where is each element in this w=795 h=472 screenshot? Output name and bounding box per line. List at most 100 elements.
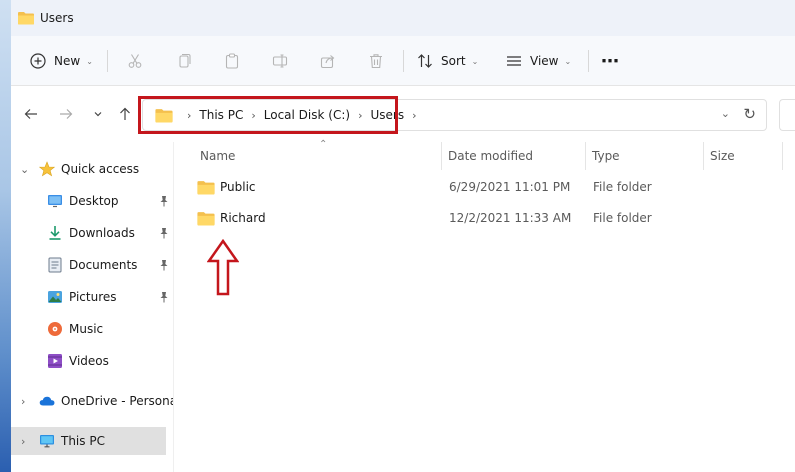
sidebar-item-downloads[interactable]: Downloads — [11, 219, 173, 247]
copy-button[interactable] — [176, 36, 192, 86]
chevron-down-icon: ⌄ — [86, 56, 93, 66]
cut-button[interactable] — [127, 36, 143, 86]
arrow-up-icon — [120, 107, 130, 120]
share-button[interactable] — [320, 36, 336, 86]
view-button[interactable]: View ⌄ — [506, 36, 571, 86]
column-header-label: Date modified — [448, 149, 534, 163]
folder-icon — [18, 12, 34, 25]
pin-icon — [160, 260, 168, 271]
sidebar-item-label: This PC — [61, 434, 105, 448]
breadcrumb: › This PC › Local Disk (C:) › Users › — [143, 100, 424, 130]
column-header-label: Size — [710, 149, 735, 163]
toolbar-divider — [403, 50, 404, 72]
paste-button[interactable] — [224, 36, 240, 86]
refresh-icon[interactable]: ↻ — [743, 105, 756, 123]
rename-button[interactable] — [272, 36, 288, 86]
chevron-down-icon: ⌄ — [564, 56, 572, 66]
plus-circle-icon — [30, 53, 46, 69]
chevron-down-icon: ⌄ — [471, 56, 479, 66]
desktop-icon — [47, 193, 63, 209]
sidebar-item-onedrive[interactable]: › OneDrive - Personal — [11, 387, 180, 415]
sidebar-item-desktop[interactable]: Desktop — [11, 187, 173, 215]
column-divider[interactable] — [782, 142, 783, 170]
scissors-icon — [128, 54, 142, 68]
breadcrumb-users[interactable]: Users — [370, 108, 404, 122]
folder-icon — [197, 211, 215, 225]
file-date: 12/2/2021 11:33 AM — [449, 211, 572, 225]
view-label: View — [530, 54, 559, 68]
view-list-icon — [507, 56, 521, 66]
search-box[interactable] — [779, 99, 795, 131]
navigation-pane: ⌄ Quick access Desktop Downloads Documen… — [11, 142, 180, 472]
sidebar-item-documents[interactable]: Documents — [11, 251, 173, 279]
address-bar[interactable]: › This PC › Local Disk (C:) › Users › ⌄ … — [142, 99, 767, 131]
table-row[interactable]: Public 6/29/2021 11:01 PM File folder — [184, 174, 784, 200]
new-label: New — [54, 54, 81, 68]
toolbar-divider — [107, 50, 108, 72]
column-header-label: Name — [200, 149, 236, 163]
pin-icon — [160, 292, 168, 303]
up-button[interactable] — [115, 104, 135, 124]
chevron-right-icon[interactable]: › — [21, 435, 25, 448]
chevron-down-icon[interactable]: ⌄ — [20, 163, 29, 176]
documents-icon — [47, 257, 63, 273]
sort-label: Sort — [441, 54, 466, 68]
file-explorer-window: Users New ⌄ Sort ⌄ View ⌄ ⋯ › This PC › … — [11, 0, 795, 472]
sidebar-item-videos[interactable]: Videos — [11, 347, 173, 375]
folder-icon — [197, 180, 215, 194]
more-icon: ⋯ — [601, 50, 620, 72]
back-button[interactable] — [21, 104, 41, 124]
column-header-name[interactable]: Name — [200, 142, 440, 170]
chevron-right-icon: › — [358, 108, 363, 122]
sidebar-item-label: OneDrive - Personal — [61, 394, 181, 408]
sidebar-item-music[interactable]: Music — [11, 315, 173, 343]
chevron-right-icon: › — [251, 108, 256, 122]
sidebar-item-label: Downloads — [69, 226, 135, 240]
toolbar-divider — [588, 50, 589, 72]
sidebar-item-this-pc[interactable]: › This PC — [11, 427, 166, 455]
table-row[interactable]: Richard 12/2/2021 11:33 AM File folder — [184, 205, 784, 231]
pin-icon — [160, 228, 168, 239]
chevron-down-icon — [94, 112, 102, 117]
sidebar-item-label: Music — [69, 322, 104, 336]
delete-button[interactable] — [368, 36, 384, 86]
folder-icon — [155, 108, 173, 122]
clipboard-icon — [225, 53, 239, 69]
breadcrumb-this-pc[interactable]: This PC — [199, 108, 243, 122]
new-button[interactable]: New ⌄ — [30, 36, 93, 86]
music-icon — [47, 321, 63, 337]
sort-icon — [418, 54, 432, 68]
arrow-up-annotation — [207, 239, 239, 296]
file-type: File folder — [593, 180, 652, 194]
forward-button[interactable] — [56, 104, 76, 124]
desktop-background-strip — [0, 0, 11, 472]
sort-button[interactable]: Sort ⌄ — [417, 36, 478, 86]
file-name: Public — [220, 180, 256, 194]
column-header-type[interactable]: Type — [592, 142, 702, 170]
sidebar-item-label: Pictures — [69, 290, 117, 304]
breadcrumb-local-disk[interactable]: Local Disk (C:) — [264, 108, 350, 122]
chevron-right-icon: › — [412, 108, 417, 122]
pin-icon — [160, 196, 168, 207]
column-divider[interactable] — [585, 142, 586, 170]
more-options-button[interactable]: ⋯ — [601, 36, 620, 86]
pictures-icon — [47, 289, 63, 305]
recent-locations-button[interactable] — [88, 104, 108, 124]
file-list: ⌃ Name Date modified Type Size Public 6/… — [174, 139, 795, 472]
command-bar: New ⌄ Sort ⌄ View ⌄ ⋯ — [11, 36, 795, 86]
sidebar-item-pictures[interactable]: Pictures — [11, 283, 173, 311]
videos-icon — [47, 353, 63, 369]
computer-icon — [39, 433, 55, 449]
column-header-size[interactable]: Size — [710, 142, 780, 170]
column-header-date-modified[interactable]: Date modified — [448, 142, 583, 170]
sidebar-item-label: Documents — [69, 258, 138, 272]
column-divider[interactable] — [441, 142, 442, 170]
sidebar-item-quick-access[interactable]: ⌄ Quick access — [11, 155, 173, 183]
trash-icon — [370, 54, 382, 69]
rename-icon — [272, 54, 288, 68]
column-divider[interactable] — [703, 142, 704, 170]
address-history-dropdown-icon[interactable]: ⌄ — [721, 107, 730, 120]
cloud-icon — [39, 393, 55, 409]
title-bar[interactable]: Users — [11, 0, 795, 36]
chevron-right-icon[interactable]: › — [21, 395, 25, 408]
